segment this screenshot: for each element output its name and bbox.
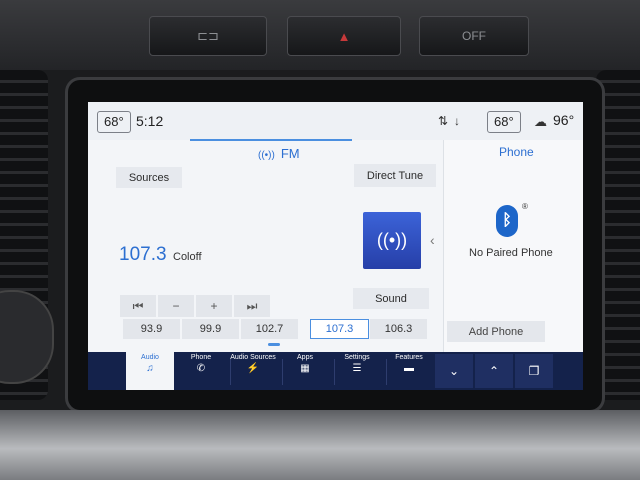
rear-defrost-icon: ⇅ — [438, 114, 449, 128]
phone-status: No Paired Phone — [469, 247, 553, 259]
bluetooth-icon: ᛒ — [496, 205, 518, 237]
nav-audio[interactable]: Audio ♫ — [123, 354, 177, 388]
tune-up-button[interactable]: + — [196, 295, 232, 317]
nav-label: Audio Sources — [230, 354, 276, 361]
nav-label: Phone — [190, 354, 212, 361]
car-icon: ▬ — [404, 363, 414, 374]
chevron-left-icon[interactable]: ‹ — [430, 232, 435, 248]
band-label: FM — [280, 146, 300, 161]
traction-off-button[interactable]: OFF — [419, 16, 529, 56]
preset-label: 107.3 — [325, 323, 354, 335]
sound-label: Sound — [375, 292, 407, 305]
preset-button[interactable]: 99.9 — [182, 319, 239, 339]
sources-button[interactable]: Sources — [116, 167, 182, 188]
phone-title: Phone — [499, 145, 534, 159]
phone-panel: Phone ᛒ ® No Paired Phone Add Phone — [443, 140, 583, 352]
infotainment-screen: 68° 5:12 ⇅ ↓ 68° ☁ 96° ((•)) FM Sources D… — [88, 102, 583, 390]
nav-label: Apps — [297, 354, 313, 361]
parking-icon: ⊏⊐ — [197, 28, 219, 43]
nav-audio-sources[interactable]: Audio Sources ⚡ — [226, 354, 280, 388]
collapse-panel-button[interactable]: ⌄ — [435, 354, 473, 388]
air-vent-right — [596, 70, 640, 400]
preset-label: 93.9 — [140, 323, 163, 335]
seat-heat-icon: ↓ — [454, 114, 460, 128]
add-phone-label: Add Phone — [468, 325, 524, 338]
antenna-icon: ((•)) — [258, 150, 275, 161]
settings-sliders-icon: ☰ — [352, 363, 362, 374]
station-name: Coloff — [173, 251, 202, 263]
sources-label: Sources — [128, 171, 170, 184]
seek-forward-icon: ⏭ — [246, 298, 258, 313]
weather-icon: ☁ — [534, 114, 547, 129]
nav-features[interactable]: Features ▬ — [382, 354, 436, 388]
page-indicator — [268, 343, 280, 346]
radio-source-tile[interactable]: ((•)) — [363, 212, 421, 269]
traction-off-label: OFF — [462, 29, 486, 43]
direct-tune-label: Direct Tune — [366, 169, 424, 182]
phone-icon: ✆ — [196, 363, 206, 374]
nav-apps[interactable]: Apps ▦ — [278, 354, 332, 388]
clock: 5:12 — [136, 113, 164, 129]
apps-grid-icon: ▦ — [300, 363, 310, 374]
preset-button-active[interactable]: 107.3 — [310, 319, 369, 339]
driver-temp[interactable]: 68° — [97, 111, 131, 133]
sound-button[interactable]: Sound — [353, 288, 429, 309]
nav-label: Features — [395, 354, 423, 361]
plus-icon: + — [210, 299, 218, 313]
band-title: ((•)) FM — [258, 146, 300, 161]
radio-antenna-icon: ((•)) — [376, 230, 408, 250]
hazard-triangle-icon: ▲ — [337, 28, 351, 44]
dashboard-top: ⊏⊐ ▲ OFF — [0, 0, 640, 70]
passenger-temp[interactable]: 68° — [487, 111, 521, 133]
outside-temp: 96° — [553, 112, 575, 128]
add-phone-button[interactable]: Add Phone — [447, 321, 545, 342]
preset-label: 102.7 — [255, 323, 284, 335]
preset-button[interactable]: 106.3 — [370, 319, 427, 339]
preset-label: 99.9 — [199, 323, 222, 335]
seek-forward-button[interactable]: ⏭ — [234, 295, 270, 317]
cards-icon: ❐ — [528, 364, 540, 378]
nav-label: Audio — [141, 354, 159, 361]
current-frequency: 107.3 — [119, 244, 167, 265]
chevron-down-icon: ⌄ — [448, 364, 460, 378]
audio-sources-icon: ⚡ — [246, 363, 260, 374]
tune-down-button[interactable]: − — [158, 295, 194, 317]
hazard-button[interactable]: ▲ — [287, 16, 401, 56]
preset-button[interactable]: 93.9 — [123, 319, 180, 339]
registered-mark-icon: ® — [522, 202, 528, 211]
minus-icon: − — [172, 299, 180, 313]
direct-tune-button[interactable]: Direct Tune — [354, 164, 436, 187]
music-note-icon: ♫ — [146, 363, 154, 374]
nav-settings[interactable]: Settings ☰ — [330, 354, 384, 388]
cards-view-button[interactable]: ❐ — [515, 354, 553, 388]
fm-tab-indicator — [190, 139, 352, 141]
expand-panel-button[interactable]: ⌃ — [475, 354, 513, 388]
preset-label: 106.3 — [384, 323, 413, 335]
seek-back-button[interactable]: ⏮ — [120, 295, 156, 317]
chevron-up-icon: ⌃ — [488, 364, 500, 378]
seek-back-icon: ⏮ — [132, 298, 144, 313]
preset-button[interactable]: 102.7 — [241, 319, 298, 339]
dashboard-bottom — [0, 410, 640, 480]
nav-phone[interactable]: Phone ✆ — [174, 354, 228, 388]
status-bar: 68° 5:12 ⇅ ↓ 68° ☁ 96° — [88, 102, 583, 140]
nav-label: Settings — [344, 354, 370, 361]
hardware-button-left[interactable]: ⊏⊐ — [149, 16, 267, 56]
